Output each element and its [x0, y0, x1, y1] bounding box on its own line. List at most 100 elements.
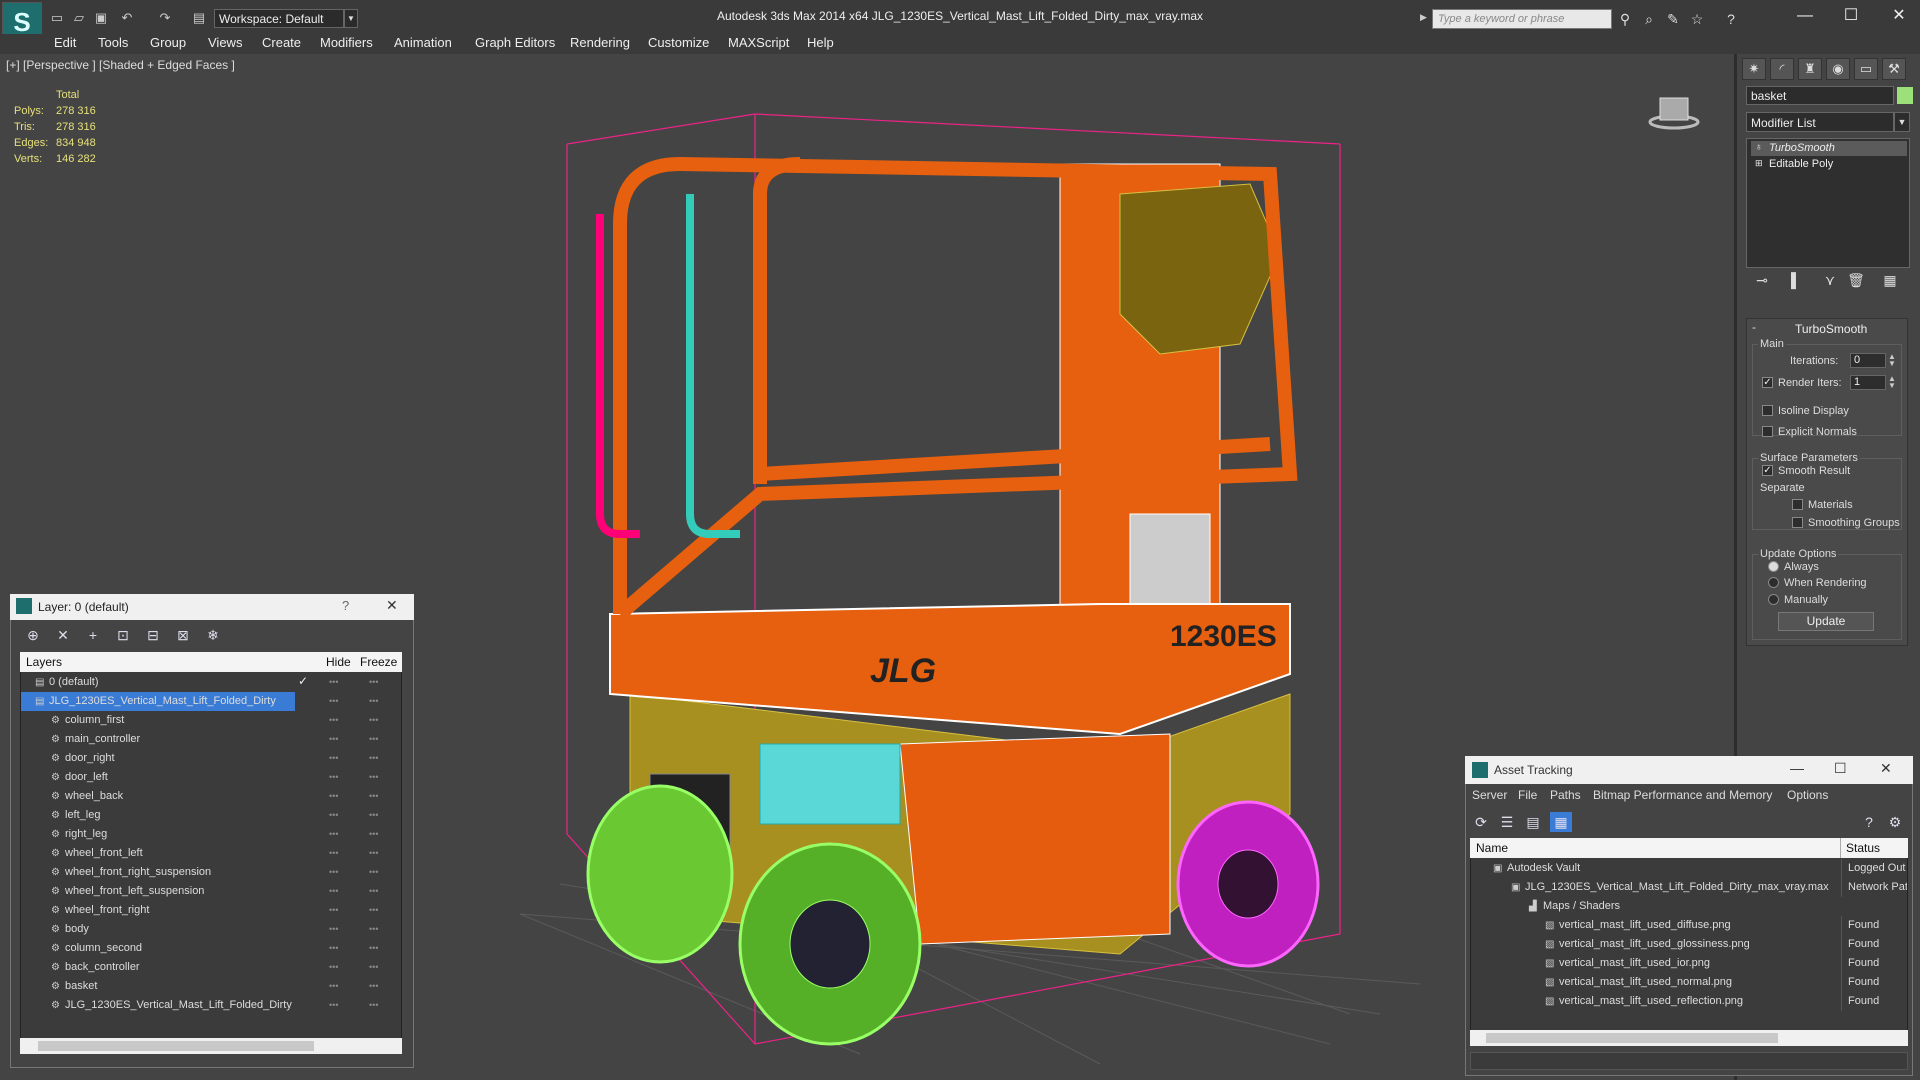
hide-toggle[interactable]: •••: [329, 939, 343, 958]
layer-row[interactable]: ⚙ basket ••• •••: [21, 977, 401, 996]
freeze-toggle[interactable]: •••: [369, 863, 383, 882]
hide-toggle[interactable]: •••: [329, 673, 343, 692]
hierarchy-tab-icon[interactable]: ♜: [1798, 58, 1822, 80]
layer-row[interactable]: ⚙ back_controller ••• •••: [21, 958, 401, 977]
hide-toggle[interactable]: •••: [329, 996, 343, 1015]
object-name-field[interactable]: basket: [1746, 86, 1894, 105]
minimize-button[interactable]: —: [1790, 760, 1804, 776]
menu-paths[interactable]: Paths: [1550, 788, 1581, 802]
smoothing-groups-checkbox[interactable]: [1792, 517, 1803, 528]
layer-row[interactable]: ⚙ door_left ••• •••: [21, 768, 401, 787]
render-iters-checkbox[interactable]: ✓: [1762, 377, 1773, 388]
chevron-down-icon[interactable]: ▼: [1894, 112, 1910, 132]
layer-row[interactable]: ⚙ wheel_front_right ••• •••: [21, 901, 401, 920]
workspace-dropdown[interactable]: Workspace: Default: [214, 9, 344, 28]
layer-row[interactable]: ⚙ column_first ••• •••: [21, 711, 401, 730]
layer-row[interactable]: ▤ 0 (default) ••• •••: [21, 673, 401, 692]
layer-row[interactable]: ⚙ wheel_front_left ••• •••: [21, 844, 401, 863]
help-icon[interactable]: ?: [1722, 10, 1740, 28]
freeze-toggle[interactable]: •••: [369, 882, 383, 901]
when-rendering-radio[interactable]: [1768, 577, 1779, 588]
menu-modifiers[interactable]: Modifiers: [320, 35, 373, 50]
asset-row[interactable]: ▧ vertical_mast_lift_used_diffuse.png Foun…: [1471, 916, 1907, 935]
close-button[interactable]: ✕: [1884, 6, 1914, 26]
menu-group[interactable]: Group: [150, 35, 186, 50]
asset-row[interactable]: ▧ vertical_mast_lift_used_glossiness.png F…: [1471, 935, 1907, 954]
add-to-layer-icon[interactable]: +: [82, 625, 104, 645]
freeze-toggle[interactable]: •••: [369, 768, 383, 787]
freeze-toggle[interactable]: •••: [369, 730, 383, 749]
layer-row[interactable]: ⚙ main_controller ••• •••: [21, 730, 401, 749]
object-color-swatch[interactable]: [1897, 87, 1913, 104]
menu-tools[interactable]: Tools: [98, 35, 128, 50]
menu-customize[interactable]: Customize: [648, 35, 709, 50]
scroll-thumb[interactable]: [1486, 1033, 1778, 1043]
menu-maxscript[interactable]: MAXScript: [728, 35, 789, 50]
asset-row[interactable]: ▣ Autodesk Vault Logged Out: [1471, 859, 1907, 878]
hide-toggle[interactable]: •••: [329, 958, 343, 977]
hide-toggle[interactable]: •••: [329, 844, 343, 863]
chevron-right-icon[interactable]: ▶: [1420, 12, 1427, 23]
hide-toggle[interactable]: •••: [329, 730, 343, 749]
create-tab-icon[interactable]: ✷: [1742, 58, 1766, 80]
close-button[interactable]: ✕: [1880, 760, 1892, 777]
rollout-collapse-icon[interactable]: -: [1752, 320, 1756, 334]
hide-toggle[interactable]: •••: [329, 749, 343, 768]
menu-edit[interactable]: Edit: [54, 35, 76, 50]
pin-stack-icon[interactable]: ⊸: [1752, 272, 1772, 292]
layer-row[interactable]: ▤ JLG_1230ES_Vertical_Mast_Lift_Folded_Di…: [21, 692, 378, 711]
select-objects-icon[interactable]: ⊡: [112, 625, 134, 645]
column-divider[interactable]: [1840, 838, 1841, 858]
col-layers[interactable]: Layers: [26, 655, 62, 669]
render-iters-spinner[interactable]: 1: [1850, 375, 1886, 390]
hide-toggle[interactable]: •••: [329, 825, 343, 844]
lightbulb-icon[interactable]: ♁: [1755, 142, 1763, 153]
motion-tab-icon[interactable]: ◉: [1826, 58, 1850, 80]
freeze-toggle[interactable]: •••: [369, 920, 383, 939]
refresh-icon[interactable]: ⟳: [1470, 812, 1492, 832]
menu-bitmap-performance[interactable]: Bitmap Performance and Memory: [1593, 788, 1772, 802]
manually-radio[interactable]: [1768, 594, 1779, 605]
asset-row[interactable]: ▧ vertical_mast_lift_used_normal.png Found: [1471, 973, 1907, 992]
list-view-icon[interactable]: ☰: [1496, 812, 1518, 832]
freeze-toggle[interactable]: •••: [369, 844, 383, 863]
binoculars-icon[interactable]: ⚲: [1616, 10, 1634, 28]
hide-toggle[interactable]: •••: [329, 901, 343, 920]
freeze-toggle[interactable]: •••: [369, 996, 383, 1015]
hide-toggle[interactable]: •••: [329, 863, 343, 882]
viewport-label[interactable]: [+] [Perspective ] [Shaded + Edged Faces…: [6, 58, 235, 72]
delete-layer-icon[interactable]: ✕: [52, 625, 74, 645]
layer-row[interactable]: ⚙ right_leg ••• •••: [21, 825, 401, 844]
hide-toggle[interactable]: •••: [329, 977, 343, 996]
menu-file[interactable]: File: [1518, 788, 1537, 802]
star-icon[interactable]: ☆: [1688, 10, 1706, 28]
menu-help[interactable]: Help: [807, 35, 834, 50]
help-button[interactable]: ?: [342, 598, 349, 613]
iterations-spinner[interactable]: 0: [1850, 353, 1886, 368]
help-icon[interactable]: ?: [1858, 812, 1880, 832]
freeze-toggle[interactable]: •••: [369, 806, 383, 825]
open-file-icon[interactable]: ▱: [70, 10, 88, 26]
settings-icon[interactable]: ⚙: [1884, 812, 1906, 832]
freeze-toggle[interactable]: •••: [369, 958, 383, 977]
menu-create[interactable]: Create: [262, 35, 301, 50]
menu-options[interactable]: Options: [1787, 788, 1828, 802]
menu-server[interactable]: Server: [1472, 788, 1507, 802]
modifier-list-dropdown[interactable]: Modifier List: [1746, 112, 1894, 132]
save-file-icon[interactable]: ▣: [92, 10, 110, 26]
layer-row[interactable]: ⚙ column_second ••• •••: [21, 939, 401, 958]
hide-toggle[interactable]: •••: [329, 768, 343, 787]
col-hide[interactable]: Hide: [326, 655, 351, 669]
freeze-toggle[interactable]: •••: [369, 825, 383, 844]
table-view-icon[interactable]: ▦: [1550, 812, 1572, 832]
asset-row[interactable]: ▣ JLG_1230ES_Vertical_Mast_Lift_Folded_Di…: [1471, 878, 1907, 897]
layer-row[interactable]: ⚙ JLG_1230ES_Vertical_Mast_Lift_Folded_Di…: [21, 996, 401, 1015]
highlight-layer-icon[interactable]: ⊟: [142, 625, 164, 645]
spinner-arrows-icon[interactable]: ▲ ▼: [1888, 375, 1896, 390]
freeze-toggle[interactable]: •••: [369, 711, 383, 730]
layer-row[interactable]: ⚙ door_right ••• •••: [21, 749, 401, 768]
modify-tab-icon[interactable]: ◜: [1770, 58, 1794, 80]
update-button[interactable]: Update: [1778, 612, 1874, 631]
maximize-button[interactable]: ☐: [1836, 6, 1866, 26]
utilities-tab-icon[interactable]: ⚒: [1882, 58, 1906, 80]
